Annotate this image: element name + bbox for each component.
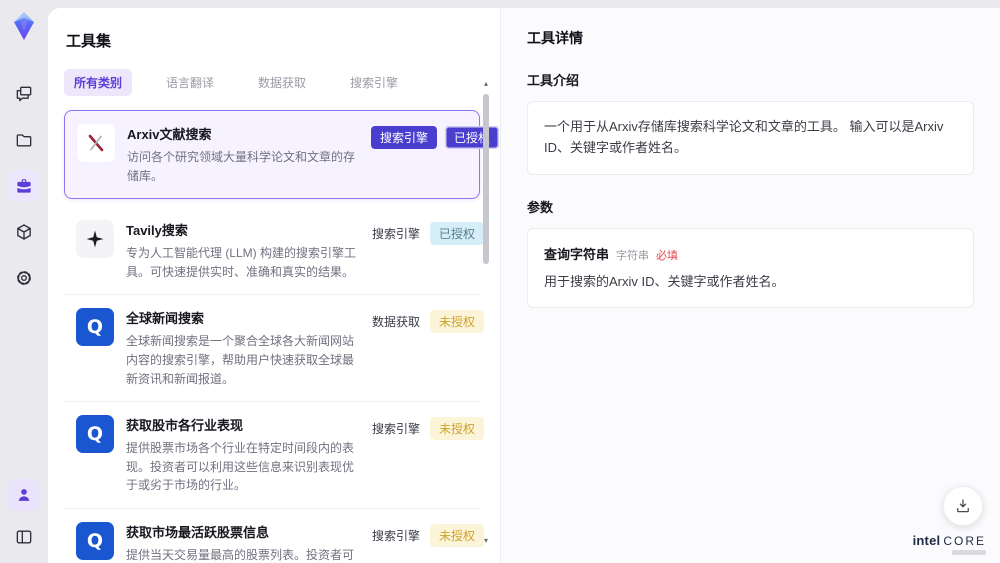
tool-name: Arxiv文献搜索 [127,127,212,142]
tool-category-badge: 搜索引擎 [372,227,421,242]
tab-2[interactable]: 语言翻译 [156,69,224,96]
tool-status-badge: 未授权 [430,310,485,334]
brand-intel: intel [912,533,941,548]
list-scrollbar[interactable]: ▴ ▾ [482,78,490,563]
download-icon [957,499,969,513]
main-content: 工具集 所有类别 语言翻译 数据获取 搜索引擎 Arxiv文献搜索 访问各个研究领域大… [48,8,1000,563]
rail-bottom [8,479,40,553]
tool-description: 访问各个研究领域大量科学论文和文章的存储库。 [127,150,356,183]
news-q-logo-icon: Q [76,308,114,347]
param-box: 查询字符串 字符串 必填 用于搜索的Arxiv ID、关键字或作者姓名。 [527,227,974,309]
intel-core-logo: intel CORE [913,533,986,555]
cube-icon[interactable] [8,216,40,248]
sparkle-icon [76,220,114,259]
tab-3[interactable]: 数据获取 [248,69,316,96]
tool-detail-panel: 工具详情 工具介绍 一个用于从Arxiv存储库搜索科学论文和文章的工具。 输入可… [500,8,1000,563]
settings-gear-icon[interactable] [8,262,40,294]
intro-heading: 工具介绍 [527,73,580,88]
tab-1[interactable]: 所有类别 [64,69,133,96]
tool-description: 全球新闻搜索是一个聚合全球各大新闻网站内容的搜索引擎，帮助用户快速获取全球最新资… [126,334,355,386]
tool-category-badge: 搜索引擎 [372,422,421,437]
tool-name: 获取市场最活跃股票信息 [126,524,270,540]
tool-card[interactable]: Arxiv文献搜索 访问各个研究领域大量科学论文和文章的存储库。 搜索引擎 已授… [64,110,500,200]
news-q-logo-icon: Q [76,415,114,454]
tool-name: 获取股市各行业表现 [126,418,244,434]
brand-sub-badge [952,550,986,555]
intro-text: 一个用于从Arxiv存储库搜索科学论文和文章的工具。 输入可以是Arxiv ID… [544,119,944,155]
param-description: 用于搜索的Arxiv ID、关键字或作者姓名。 [544,273,785,289]
detail-title: 工具详情 [527,30,583,46]
toolset-panel: 工具集 所有类别 语言翻译 数据获取 搜索引擎 Arxiv文献搜索 访问各个研究领域大… [48,8,500,563]
toolbox-icon[interactable] [8,170,40,202]
tab-4[interactable]: 搜索引擎 [340,69,408,96]
tool-status-badge: 已授权 [445,126,500,149]
tool-status-badge: 未授权 [430,417,485,441]
param-name: 查询字符串 [544,246,610,262]
app-logo-icon [9,10,39,42]
download-button[interactable] [943,486,983,526]
tool-card[interactable]: Tavily搜索 专为人工智能代理 (LLM) 构建的搜索引擎工具。可快速提供实… [64,207,485,296]
app-rail [0,0,48,563]
scrollbar-thumb[interactable] [483,94,489,264]
tool-name: 全球新闻搜索 [126,311,205,327]
tool-status-badge: 已授权 [430,222,485,246]
tool-category-badge: 数据获取 [372,315,421,330]
scroll-down-icon[interactable]: ▾ [482,537,490,545]
brand-core: CORE [943,534,986,548]
chat-icon[interactable] [8,78,40,110]
param-type: 字符串 [616,249,650,262]
tool-description: 专为人工智能代理 (LLM) 构建的搜索引擎工具。可快速提供实时、准确和真实的结… [126,246,357,279]
tool-list: Arxiv文献搜索 访问各个研究领域大量科学论文和文章的存储库。 搜索引擎 已授… [64,110,500,563]
tool-card[interactable]: Q 获取市场最活跃股票信息 提供当天交易量最高的股票列表。投资者可以利用这些信息… [64,508,485,563]
tool-card[interactable]: Q 获取股市各行业表现 提供股票市场各个行业在特定时间段内的表现。投资者可以利用… [64,402,485,509]
scroll-up-icon[interactable]: ▴ [482,80,490,88]
page-title: 工具集 [66,33,112,50]
panel-toggle-icon[interactable] [8,521,40,553]
tool-description: 提供当天交易量最高的股票列表。投资者可以利用这些信息来识别流动性强的股票和潜在的… [126,547,355,562]
tool-name: Tavily搜索 [126,223,188,239]
arxiv-logo-icon [77,124,115,162]
tool-status-badge: 未授权 [430,523,485,547]
tool-description: 提供股票市场各个行业在特定时间段内的表现。投资者可以利用这些信息来识别表现优于或… [126,441,355,493]
tool-category-badge: 搜索引擎 [371,126,438,149]
folder-icon[interactable] [8,124,40,156]
tool-card[interactable]: Q 全球新闻搜索 全球新闻搜索是一个聚合全球各大新闻网站内容的搜索引擎，帮助用户… [64,295,485,403]
rail-nav [8,78,40,294]
news-q-logo-icon: Q [76,521,114,560]
param-required-badge: 必填 [656,249,679,262]
category-tabs: 所有类别 语言翻译 数据获取 搜索引擎 [64,69,500,96]
param-head: 查询字符串 字符串 必填 [544,244,957,263]
intro-box: 一个用于从Arxiv存储库搜索科学论文和文章的工具。 输入可以是Arxiv ID… [527,101,974,175]
user-avatar-icon[interactable] [8,479,40,511]
params-heading: 参数 [527,199,554,215]
tool-category-badge: 搜索引擎 [372,528,421,543]
